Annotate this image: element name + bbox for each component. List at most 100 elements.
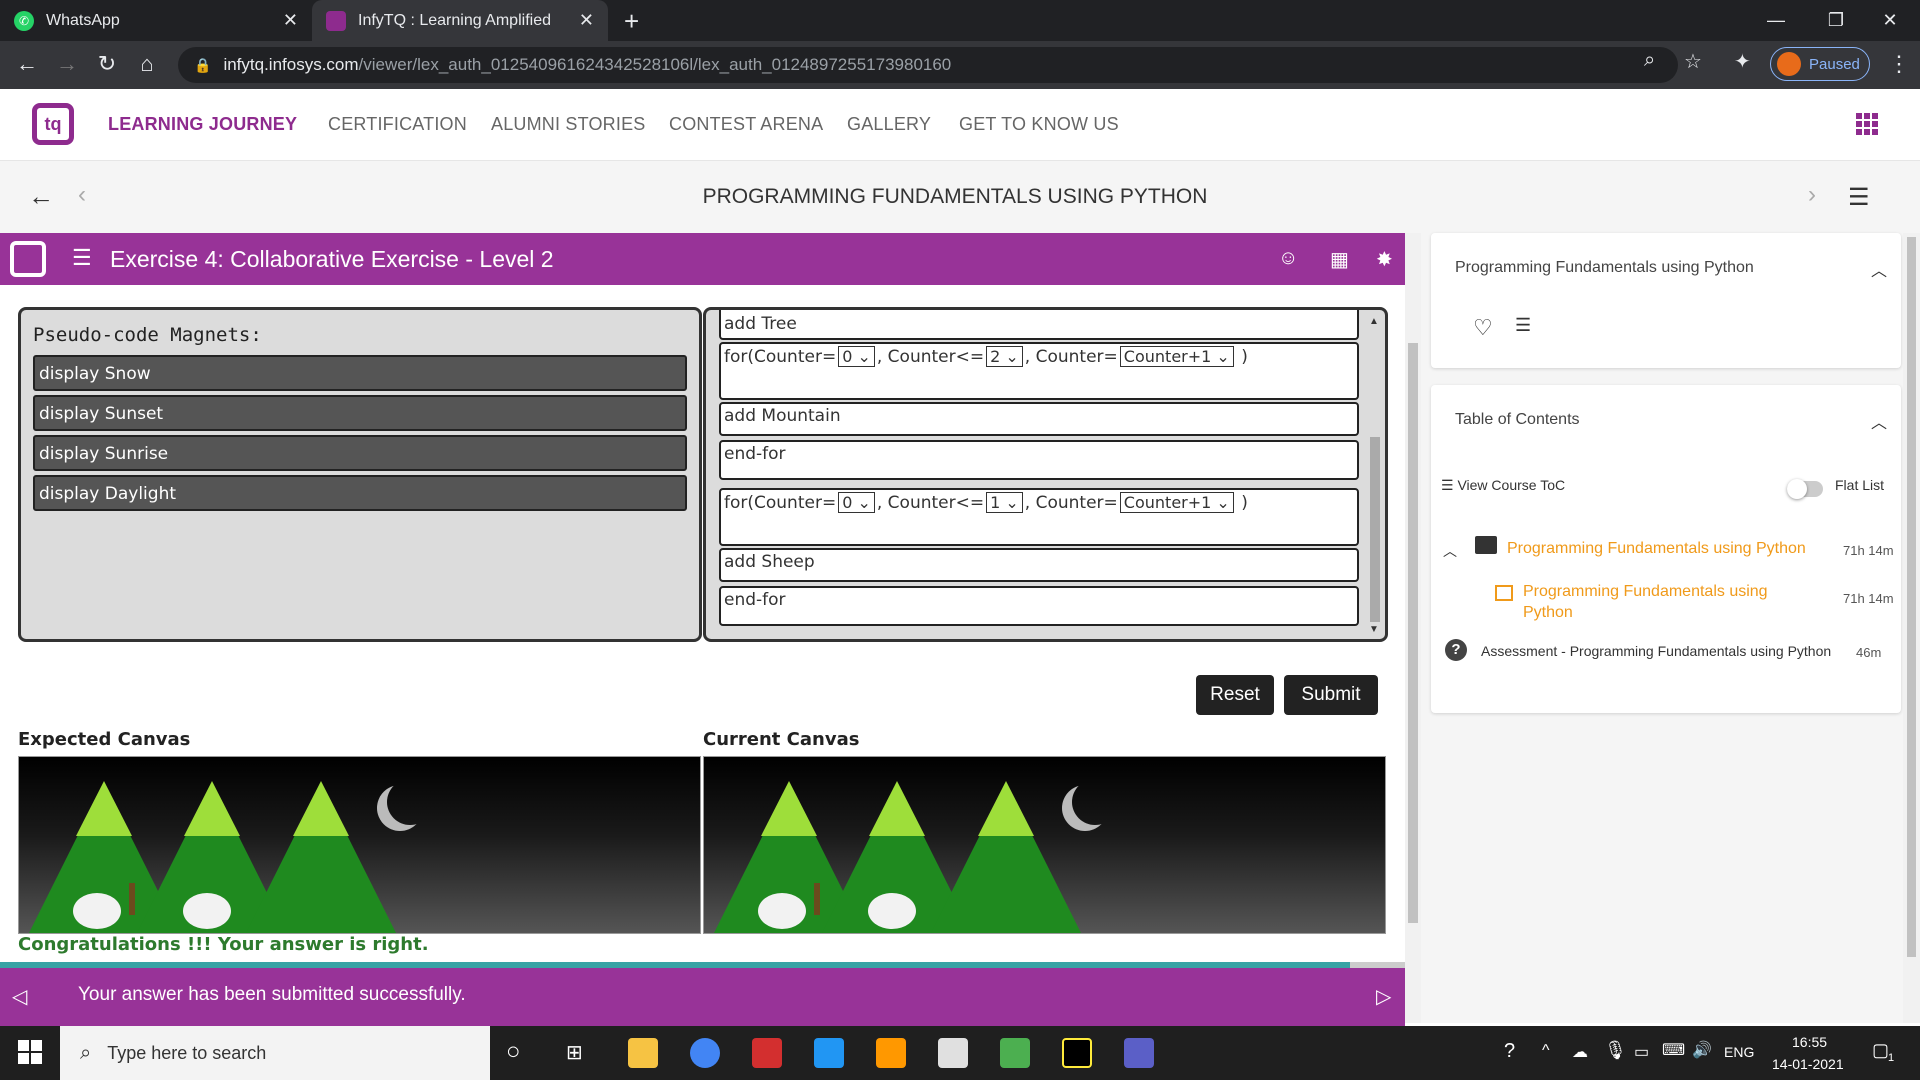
- code-line[interactable]: end-for: [719, 440, 1359, 480]
- sheep: [868, 893, 916, 929]
- chevron-up-icon[interactable]: ︿: [1871, 409, 1887, 433]
- document-icon[interactable]: [938, 1038, 968, 1068]
- address-bar[interactable]: 🔒 infytq.infosys.com /viewer/lex_auth_01…: [178, 47, 1678, 83]
- home-icon[interactable]: ⌂: [132, 51, 162, 77]
- zoom-icon[interactable]: ⌕: [1644, 49, 1655, 72]
- tab-whatsapp[interactable]: ✆ WhatsApp ✕: [0, 0, 312, 41]
- for-loop-block[interactable]: for(Counter= 0 ⌄, Counter<= 2 ⌄, Counter= C…: [719, 342, 1359, 400]
- sidebar-scrollbar[interactable]: [1903, 233, 1920, 1023]
- code-line[interactable]: add Sheep: [719, 548, 1359, 582]
- chevron-up-icon[interactable]: ︿: [1871, 257, 1887, 281]
- help-icon[interactable]: ?: [1504, 1040, 1515, 1063]
- clock-date[interactable]: 14-01-2021: [1772, 1056, 1844, 1072]
- apps-grid-icon[interactable]: [1856, 113, 1878, 135]
- magnet-item[interactable]: display Sunset: [33, 395, 687, 431]
- content-scrollbar[interactable]: [1405, 233, 1421, 1023]
- clock-time[interactable]: 16:55: [1792, 1034, 1827, 1050]
- close-icon[interactable]: ✕: [579, 10, 594, 31]
- cortana-icon[interactable]: ○: [506, 1038, 521, 1066]
- nav-learning-journey[interactable]: LEARNING JOURNEY: [108, 114, 297, 135]
- code-line[interactable]: end-for: [719, 586, 1359, 626]
- start-select[interactable]: 0 ⌄: [838, 492, 875, 513]
- code-line[interactable]: add Tree: [719, 310, 1359, 340]
- network-icon[interactable]: ☁: [1572, 1042, 1588, 1062]
- battery-icon[interactable]: ▭: [1634, 1042, 1649, 1062]
- list-icon[interactable]: ☰: [1515, 315, 1531, 336]
- magnet-item[interactable]: display Sunrise: [33, 435, 687, 471]
- hamburger-icon[interactable]: ☰: [1848, 183, 1870, 212]
- reload-icon[interactable]: ↻: [92, 51, 122, 77]
- for-mid: , Counter<=: [876, 347, 985, 367]
- chevron-up-icon[interactable]: ︿: [1443, 541, 1457, 561]
- new-tab-button[interactable]: +: [624, 6, 639, 37]
- calendar-icon[interactable]: ▦: [1330, 247, 1349, 272]
- exercise-footer: ◁ Your answer has been submitted success…: [0, 968, 1405, 1026]
- limit-select[interactable]: 1 ⌄: [986, 492, 1023, 513]
- close-window-button[interactable]: ✕: [1860, 0, 1920, 41]
- profile-button[interactable]: Paused: [1770, 47, 1870, 81]
- teams-icon[interactable]: [1124, 1038, 1154, 1068]
- next-icon[interactable]: ▷: [1376, 984, 1391, 1009]
- vscode-icon[interactable]: [814, 1038, 844, 1068]
- notifications-icon[interactable]: ▢: [1872, 1040, 1889, 1061]
- result-message: Congratulations !!! Your answer is right…: [18, 934, 429, 955]
- submit-button[interactable]: Submit: [1284, 675, 1378, 715]
- pycharm-icon[interactable]: [1062, 1038, 1092, 1068]
- magnet-item[interactable]: display Snow: [33, 355, 687, 391]
- hamburger-icon[interactable]: ☰: [72, 245, 92, 271]
- chevron-up-icon[interactable]: ^: [1542, 1042, 1550, 1060]
- app-icon[interactable]: [1000, 1038, 1030, 1068]
- file-explorer-icon[interactable]: [628, 1038, 658, 1068]
- nav-alumni-stories[interactable]: ALUMNI STORIES: [491, 114, 646, 135]
- notification-count: 1: [1888, 1052, 1895, 1064]
- extensions-icon[interactable]: ✦: [1734, 49, 1751, 74]
- close-icon[interactable]: ✕: [283, 10, 298, 31]
- sublime-icon[interactable]: [876, 1038, 906, 1068]
- minimize-button[interactable]: —: [1746, 0, 1806, 41]
- flat-list-label: Flat List: [1835, 477, 1885, 493]
- magnet-item[interactable]: display Daylight: [33, 475, 687, 511]
- flat-list-toggle[interactable]: [1787, 479, 1823, 499]
- previous-icon[interactable]: ◁: [12, 984, 27, 1009]
- infytq-logo[interactable]: tq: [32, 103, 74, 145]
- view-course-toc[interactable]: ☰ View Course ToC: [1441, 477, 1565, 494]
- toc-item-course[interactable]: Programming Fundamentals using Python: [1507, 540, 1806, 558]
- chevron-right-icon[interactable]: ›: [1808, 181, 1816, 209]
- start-select[interactable]: 0 ⌄: [838, 346, 875, 367]
- for-loop-block[interactable]: for(Counter= 0 ⌄, Counter<= 1 ⌄, Counter= C…: [719, 488, 1359, 546]
- language-indicator[interactable]: ENG: [1724, 1044, 1754, 1060]
- step-select[interactable]: Counter+1 ⌄: [1119, 492, 1234, 513]
- nav-certification[interactable]: CERTIFICATION: [328, 114, 467, 135]
- wifi-icon[interactable]: ⌨: [1662, 1040, 1685, 1060]
- nav-get-to-know-us[interactable]: GET TO KNOW US: [959, 114, 1119, 135]
- step-select[interactable]: Counter+1 ⌄: [1119, 346, 1234, 367]
- back-arrow-icon[interactable]: ←: [12, 51, 42, 77]
- for-prefix: for(Counter=: [724, 347, 837, 367]
- star-icon[interactable]: ☆: [1684, 49, 1702, 74]
- duration: 46m: [1856, 645, 1882, 660]
- code-scrollbar[interactable]: ▲ ▼: [1367, 312, 1383, 637]
- nav-gallery[interactable]: GALLERY: [847, 114, 931, 135]
- toc-item-module[interactable]: Programming Fundamentals using Python: [1523, 581, 1793, 623]
- forward-arrow-icon[interactable]: →: [52, 51, 82, 77]
- task-view-icon[interactable]: ⊞: [566, 1040, 583, 1065]
- menu-icon[interactable]: ⋮: [1888, 51, 1910, 77]
- folder-icon: [1475, 536, 1497, 554]
- toc-item-assessment[interactable]: Assessment - Programming Fundamentals us…: [1481, 643, 1831, 659]
- smiley-icon[interactable]: ☺: [1278, 247, 1298, 270]
- windows-start-icon[interactable]: [18, 1040, 42, 1064]
- tab-infytq[interactable]: InfyTQ : Learning Amplified ✕: [312, 0, 608, 41]
- limit-select[interactable]: 2 ⌄: [986, 346, 1023, 367]
- code-line[interactable]: add Mountain: [719, 402, 1359, 436]
- nav-contest-arena[interactable]: CONTEST ARENA: [669, 114, 823, 135]
- settings-icon[interactable]: ✸: [1376, 247, 1393, 272]
- chrome-icon[interactable]: [690, 1038, 720, 1068]
- microphone-icon[interactable]: 🎙: [1604, 1040, 1627, 1061]
- url-path: /viewer/lex_auth_012540961624342528106l/…: [358, 55, 952, 74]
- acrobat-icon[interactable]: [752, 1038, 782, 1068]
- taskbar-search[interactable]: ⌕ Type here to search: [60, 1026, 490, 1080]
- heart-icon[interactable]: ♡: [1473, 315, 1493, 341]
- reset-button[interactable]: Reset: [1196, 675, 1274, 715]
- restore-button[interactable]: ❐: [1806, 0, 1866, 41]
- volume-icon[interactable]: 🔊: [1692, 1040, 1712, 1060]
